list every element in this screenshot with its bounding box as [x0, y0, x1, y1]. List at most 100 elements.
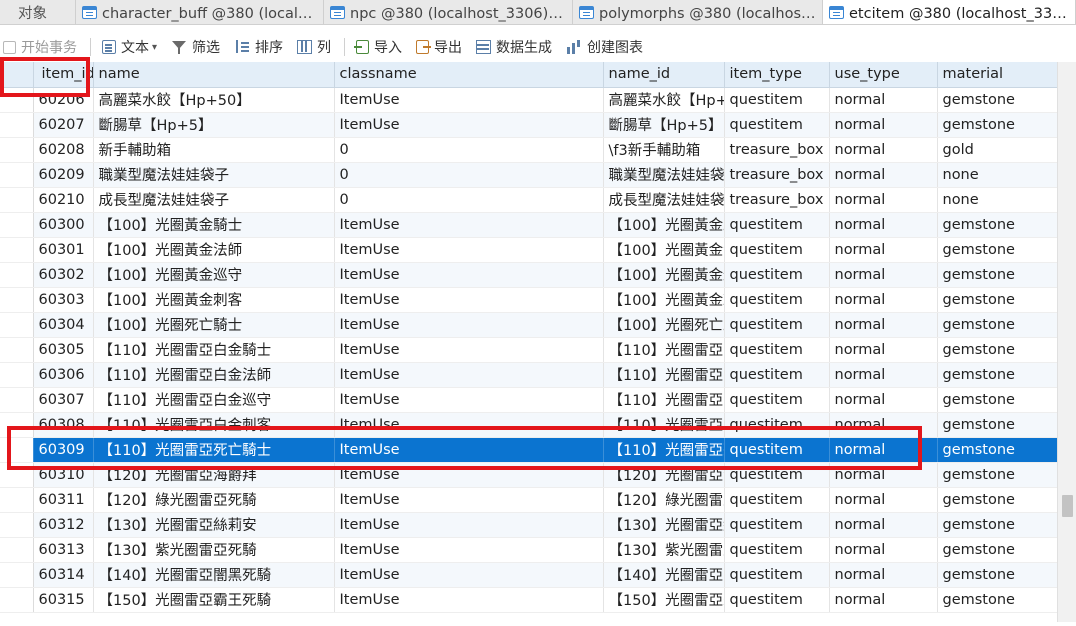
cell-material[interactable]: gold [937, 137, 1057, 163]
cell-name-id[interactable]: 【110】光圈雷亞白金刺客 [603, 412, 725, 438]
cell-name[interactable]: 【120】綠光圈雷亞死騎 [93, 487, 335, 513]
table-row[interactable]: 60314【140】光圈雷亞闇黑死騎ItemUse【140】光圈雷亞闇黑死騎qu… [0, 562, 1057, 588]
table-row[interactable]: 60302【100】光圈黃金巡守ItemUse【100】光圈黃金巡守questi… [0, 262, 1057, 288]
cell-name-id[interactable]: 【110】光圈雷亞白金騎士 [603, 337, 725, 363]
cell-classname[interactable]: ItemUse [334, 262, 604, 288]
cell-item-id[interactable]: 60300 [33, 212, 94, 238]
cell-name-id[interactable]: 【150】光圈雷亞霸王死騎 [603, 587, 725, 613]
cell-classname[interactable]: ItemUse [334, 537, 604, 563]
row-header[interactable] [0, 587, 34, 613]
table-row[interactable]: 60300【100】光圈黃金騎士ItemUse【100】光圈黃金騎士questi… [0, 212, 1057, 238]
cell-item-id[interactable]: 60303 [33, 287, 94, 313]
cell-use-type[interactable]: normal [829, 487, 938, 513]
cell-item-type[interactable]: questitem [724, 87, 830, 113]
import-button[interactable]: 导入 [353, 35, 405, 59]
row-header[interactable] [0, 387, 34, 413]
cell-item-id[interactable]: 60304 [33, 312, 94, 338]
row-header[interactable] [0, 237, 34, 263]
cell-use-type[interactable]: normal [829, 362, 938, 388]
cell-item-id[interactable]: 60301 [33, 237, 94, 263]
cell-item-type[interactable]: questitem [724, 537, 830, 563]
cell-name[interactable]: 【100】光圈黃金巡守 [93, 262, 335, 288]
cell-name-id[interactable]: 【120】綠光圈雷亞死騎 [603, 487, 725, 513]
table-row[interactable]: 60313【130】紫光圈雷亞死騎ItemUse【130】紫光圈雷亞死騎ques… [0, 537, 1057, 563]
tab-polymorphs[interactable]: polymorphs @380 (localhost_3306) - 表 [573, 0, 823, 24]
table-row[interactable]: 60310【120】光圈雷亞海爵拜ItemUse【120】光圈雷亞海爵拜ques… [0, 462, 1057, 488]
cell-material[interactable]: gemstone [937, 587, 1057, 613]
cell-material[interactable]: gemstone [937, 287, 1057, 313]
cell-material[interactable]: gemstone [937, 387, 1057, 413]
row-header[interactable] [0, 287, 34, 313]
cell-name[interactable]: 【100】光圈死亡騎士 [93, 312, 335, 338]
cell-name[interactable]: 【100】光圈黃金騎士 [93, 212, 335, 238]
table-row[interactable]: 60308【110】光圈雷亞白金刺客ItemUse【110】光圈雷亞白金刺客qu… [0, 412, 1057, 438]
cell-classname[interactable]: ItemUse [334, 412, 604, 438]
cell-name-id[interactable]: 成長型魔法娃娃袋子 [603, 187, 725, 213]
cell-classname[interactable]: ItemUse [334, 212, 604, 238]
cell-classname[interactable]: ItemUse [334, 437, 604, 463]
tab-objects[interactable]: 对象 [0, 0, 76, 24]
row-header[interactable] [0, 187, 34, 213]
cell-item-id[interactable]: 60315 [33, 587, 94, 613]
cell-classname[interactable]: ItemUse [334, 462, 604, 488]
cell-name-id[interactable]: 【140】光圈雷亞闇黑死騎 [603, 562, 725, 588]
row-header[interactable] [0, 412, 34, 438]
cell-use-type[interactable]: normal [829, 187, 938, 213]
cell-item-id[interactable]: 60206 [33, 87, 94, 113]
filter-button[interactable]: 筛选 [168, 35, 223, 59]
cell-classname[interactable]: 0 [334, 162, 604, 188]
cell-name-id[interactable]: 【100】光圈黃金刺客 [603, 287, 725, 313]
row-header[interactable] [0, 137, 34, 163]
table-row[interactable]: 60312【130】光圈雷亞絲莉安ItemUse【130】光圈雷亞絲莉安ques… [0, 512, 1057, 538]
row-header[interactable] [0, 162, 34, 188]
cell-material[interactable]: gemstone [937, 87, 1057, 113]
table-row[interactable]: 60306【110】光圈雷亞白金法師ItemUse【110】光圈雷亞白金法師qu… [0, 362, 1057, 388]
cell-name[interactable]: 【150】光圈雷亞霸王死騎 [93, 587, 335, 613]
column-header-classname[interactable]: classname [334, 62, 604, 88]
cell-material[interactable]: gemstone [937, 537, 1057, 563]
cell-use-type[interactable]: normal [829, 337, 938, 363]
row-header[interactable] [0, 487, 34, 513]
cell-use-type[interactable]: normal [829, 112, 938, 138]
cell-classname[interactable]: ItemUse [334, 87, 604, 113]
cell-item-id[interactable]: 60314 [33, 562, 94, 588]
cell-name[interactable]: 【110】光圈雷亞白金法師 [93, 362, 335, 388]
cell-material[interactable]: none [937, 187, 1057, 213]
cell-item-id[interactable]: 60308 [33, 412, 94, 438]
cell-name[interactable]: 【110】光圈雷亞白金巡守 [93, 387, 335, 413]
cell-name[interactable]: 斷腸草【Hp+5】 [93, 112, 335, 138]
sort-button[interactable]: 排序 [231, 35, 286, 59]
cell-name-id[interactable]: 【100】光圈黃金法師 [603, 237, 725, 263]
cell-classname[interactable]: ItemUse [334, 237, 604, 263]
cell-item-type[interactable]: treasure_box [724, 137, 830, 163]
cell-classname[interactable]: ItemUse [334, 287, 604, 313]
cell-classname[interactable]: 0 [334, 137, 604, 163]
cell-name-id[interactable]: 【100】光圈黃金巡守 [603, 262, 725, 288]
cell-use-type[interactable]: normal [829, 412, 938, 438]
cell-item-id[interactable]: 60207 [33, 112, 94, 138]
cell-item-id[interactable]: 60210 [33, 187, 94, 213]
table-row[interactable]: 60301【100】光圈黃金法師ItemUse【100】光圈黃金法師questi… [0, 237, 1057, 263]
cell-item-type[interactable]: questitem [724, 437, 830, 463]
cell-item-type[interactable]: questitem [724, 262, 830, 288]
cell-item-id[interactable]: 60310 [33, 462, 94, 488]
tab-etcitem[interactable]: etcitem @380 (localhost_3306) - 表 [823, 0, 1076, 24]
begin-transaction-button[interactable]: 开始事务 [0, 35, 80, 59]
row-header[interactable] [0, 337, 34, 363]
column-header-item-type[interactable]: item_type [724, 62, 830, 88]
vertical-scrollbar[interactable] [1057, 62, 1076, 622]
table-row[interactable]: 60209職業型魔法娃娃袋子0職業型魔法娃娃袋子treasure_boxnorm… [0, 162, 1057, 188]
column-header-item-id[interactable]: item_id [33, 62, 94, 88]
cell-material[interactable]: gemstone [937, 112, 1057, 138]
cell-classname[interactable]: ItemUse [334, 387, 604, 413]
cell-use-type[interactable]: normal [829, 387, 938, 413]
cell-material[interactable]: gemstone [937, 262, 1057, 288]
cell-item-type[interactable]: treasure_box [724, 187, 830, 213]
cell-item-id[interactable]: 60302 [33, 262, 94, 288]
cell-use-type[interactable]: normal [829, 162, 938, 188]
cell-use-type[interactable]: normal [829, 562, 938, 588]
cell-name[interactable]: 【100】光圈黃金法師 [93, 237, 335, 263]
table-row[interactable]: 60311【120】綠光圈雷亞死騎ItemUse【120】綠光圈雷亞死騎ques… [0, 487, 1057, 513]
cell-material[interactable]: gemstone [937, 337, 1057, 363]
cell-item-type[interactable]: questitem [724, 112, 830, 138]
